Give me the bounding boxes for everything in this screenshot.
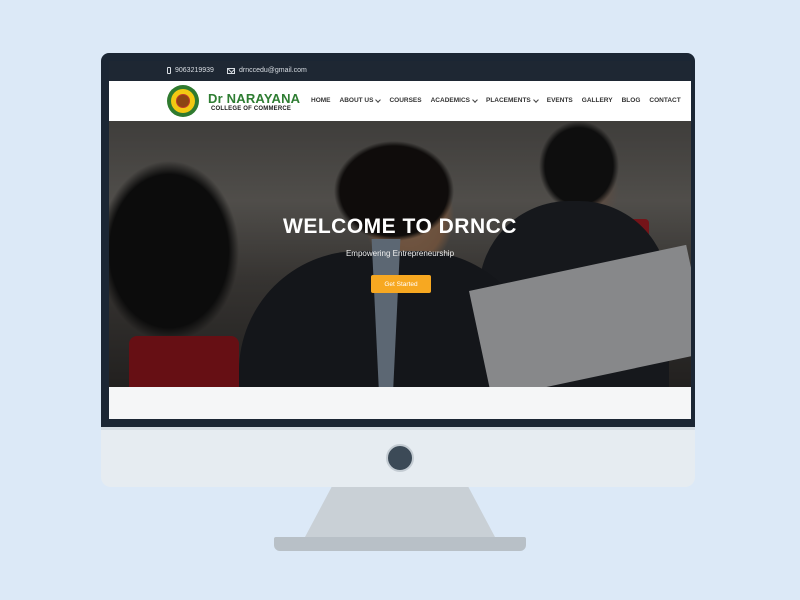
nav-label: CONTACT [649, 97, 681, 104]
logo-core [176, 94, 190, 108]
phone-contact[interactable]: 9063219939 [167, 67, 214, 74]
email-address: drnccedu@gmail.com [239, 67, 307, 74]
phone-icon [167, 67, 171, 74]
nav-label: EVENTS [546, 97, 573, 104]
content-strip [109, 387, 691, 419]
college-logo[interactable] [167, 85, 199, 117]
nav-label: PLACEMENTS [485, 97, 531, 104]
nav-item-placements[interactable]: PLACEMENTS [485, 96, 539, 104]
power-button-icon [386, 444, 414, 472]
hero-subtitle: Empowering Entrepreneurship [345, 249, 455, 258]
nav-item-academics[interactable]: ACADEMICS [430, 96, 478, 104]
monitor-chin [101, 427, 695, 487]
main-navbar: Dr NARAYANA COLLEGE OF COMMERCE HOME ABO… [109, 81, 691, 122]
nav-menu: HOME ABOUT US COURSES ACADEMICS PLACEMEN… [311, 96, 681, 104]
monitor-base [274, 537, 526, 551]
chevron-down-icon [375, 96, 382, 103]
nav-item-contact[interactable]: CONTACT [649, 97, 680, 104]
nav-item-about-us[interactable]: ABOUT US [339, 96, 382, 104]
monitor-bezel: 9063219939 drnccedu@gmail.com Dr NARAYAN… [101, 53, 695, 427]
nav-item-events[interactable]: EVENTS [547, 97, 573, 104]
chevron-down-icon [472, 96, 478, 103]
nav-item-blog[interactable]: BLOG [622, 97, 641, 104]
monitor-stand [305, 487, 495, 537]
nav-item-gallery[interactable]: GALLERY [582, 97, 613, 104]
logo-emblem [171, 89, 195, 113]
chevron-down-icon [532, 96, 539, 103]
website-screen: 9063219939 drnccedu@gmail.com Dr NARAYAN… [109, 61, 691, 419]
nav-label: GALLERY [581, 97, 613, 104]
nav-label: BLOG [621, 97, 641, 104]
nav-item-home[interactable]: HOME [311, 97, 331, 104]
top-contact-bar: 9063219939 drnccedu@gmail.com [109, 61, 691, 81]
hero-title: WELCOME TO DRNCC [283, 215, 517, 238]
brand-subtitle: COLLEGE OF COMMERCE [211, 106, 292, 112]
get-started-button[interactable]: Get Started [371, 275, 431, 293]
phone-number: 9063219939 [175, 67, 214, 74]
email-contact[interactable]: drnccedu@gmail.com [227, 67, 307, 74]
nav-label: HOME [311, 97, 331, 104]
nav-item-courses[interactable]: COURSES [389, 97, 421, 104]
nav-label: COURSES [389, 97, 422, 104]
hero-banner: WELCOME TO DRNCC Empowering Entrepreneur… [109, 121, 691, 387]
monitor: 9063219939 drnccedu@gmail.com Dr NARAYAN… [101, 53, 695, 487]
brand-name[interactable]: Dr NARAYANA [208, 91, 300, 106]
nav-label: ACADEMICS [430, 97, 470, 104]
mail-icon [227, 67, 235, 74]
nav-label: ABOUT US [339, 97, 374, 104]
